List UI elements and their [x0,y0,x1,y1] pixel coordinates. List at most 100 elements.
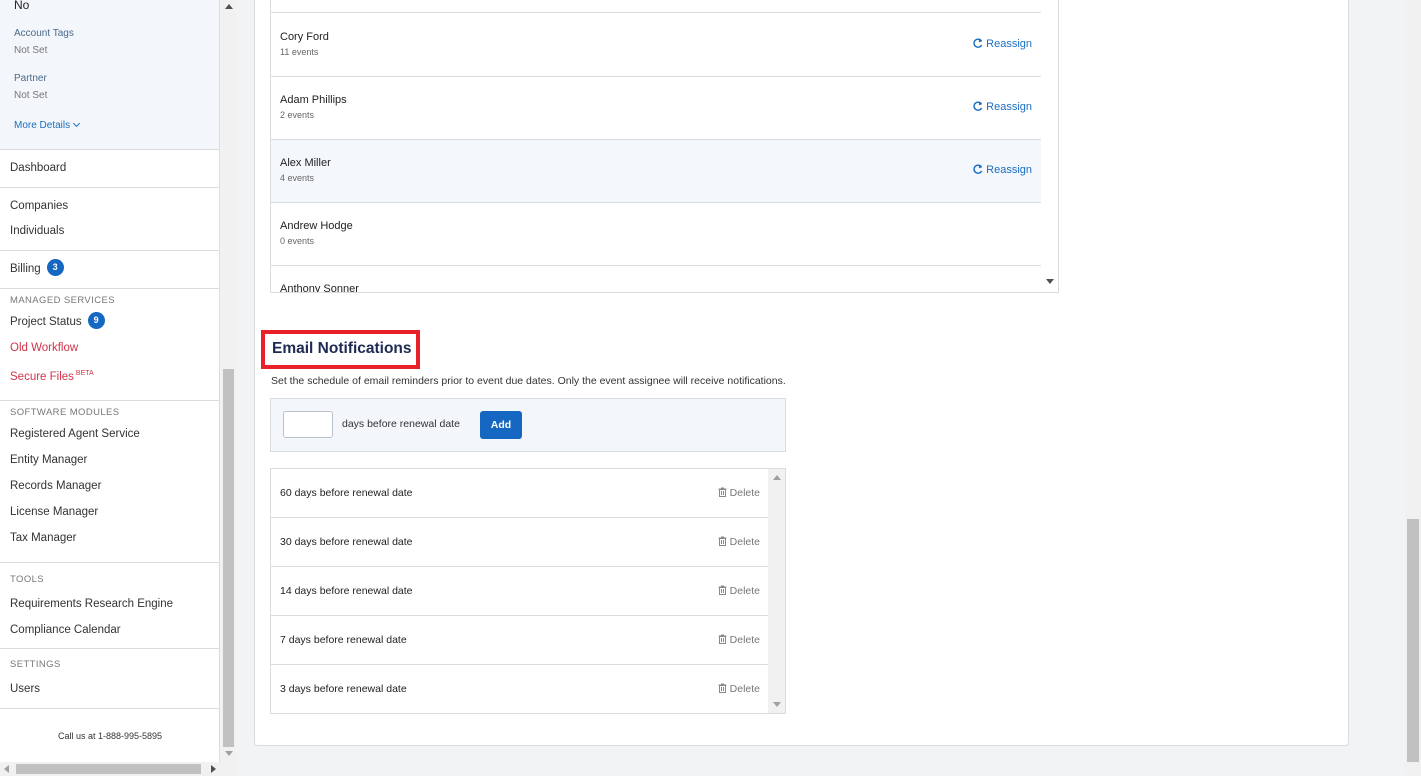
trash-icon [718,487,727,498]
add-button[interactable]: Add [480,411,522,439]
billing-count-badge: 3 [46,259,64,277]
assignee-name: Adam Phillips [280,94,347,106]
sidebar-item-companies[interactable]: Companies [0,194,219,219]
table-row: Alex Miller 4 events Reassign [271,140,1042,203]
sidebar-group-entities: Companies Individuals [0,188,219,251]
sidebar-item-license-manager[interactable]: License Manager [0,499,219,525]
sidebar-item-entity-manager[interactable]: Entity Manager [0,447,219,473]
reminder-list: 60 days before renewal date Delete 30 da… [270,468,786,714]
reminder-text: 30 days before renewal date [280,536,413,548]
sidebar-group-tools: TOOLS Requirements Research Engine Compl… [0,563,219,649]
assignee-events: 4 events [280,173,315,183]
sidebar-item-registered-agent[interactable]: Registered Agent Service [0,421,219,447]
account-tags-label: Account Tags [14,28,74,39]
partner-value: Not Set [14,90,48,101]
reminder-list-scrollbar[interactable] [768,469,785,713]
delete-label: Delete [729,634,760,646]
sidebar-group-managed-services: MANAGED SERVICES Project Status 9 Old Wor… [0,289,219,401]
reminder-text: 3 days before renewal date [280,683,407,695]
scroll-up-arrow-icon[interactable] [225,4,233,9]
sidebar-horizontal-scrollbar[interactable] [0,762,236,776]
sidebar-item-individuals[interactable]: Individuals [0,219,219,244]
page-scrollbar[interactable] [1405,0,1421,776]
days-before-label: days before renewal date [342,418,460,430]
assignee-name: Cory Ford [280,31,329,43]
delete-button[interactable]: Delete [718,536,760,548]
reassign-button[interactable]: Reassign [973,38,1032,50]
list-item: 7 days before renewal date Delete [271,616,768,665]
sidebar-group-software-modules: SOFTWARE MODULES Registered Agent Servic… [0,401,219,563]
reassign-button[interactable]: Reassign [973,164,1032,176]
sidebar-item-users[interactable]: Users [0,675,219,703]
sidebar-item-records-manager[interactable]: Records Manager [0,473,219,499]
more-details-label: More Details [14,120,71,131]
delete-button[interactable]: Delete [718,683,760,695]
account-tags-value: Not Set [14,45,48,56]
sidebar-item-requirements-research-engine[interactable]: Requirements Research Engine [0,591,219,617]
more-details-link[interactable]: More Details [14,119,81,131]
list-item: 60 days before renewal date Delete [271,469,768,518]
sidebar-item-compliance-calendar[interactable]: Compliance Calendar [0,617,219,643]
assignee-events: 0 events [280,236,315,246]
trash-icon [718,536,727,547]
delete-label: Delete [729,585,760,597]
assignee-name: Andrew Hodge [280,220,353,232]
scroll-right-arrow-icon[interactable] [211,765,216,773]
call-us-text: Call us at 1-888-995-5895 [57,731,163,741]
delete-label: Delete [729,683,760,695]
sidebar-item-billing[interactable]: Billing 3 [0,257,219,282]
refresh-icon [973,101,983,111]
scroll-down-arrow-icon[interactable] [225,751,233,756]
reassign-button[interactable]: Reassign [973,101,1032,113]
delete-button[interactable]: Delete [718,634,760,646]
reassign-label: Reassign [986,164,1032,176]
assignee-name: Alex Miller [280,157,331,169]
table-row: Adam Phillips 2 events Reassign [271,77,1042,140]
reminder-text: 7 days before renewal date [280,634,407,646]
table-row: Anthony Sonner [271,266,1042,293]
assignee-events: 2 events [280,110,315,120]
list-item: 3 days before renewal date Delete [271,665,768,713]
sidebar-group-settings: SETTINGS Users [0,649,219,709]
email-notifications-description: Set the schedule of email reminders prio… [271,375,786,387]
sidebar-item-secure-files[interactable]: Secure Files BETA [0,361,219,386]
delete-button[interactable]: Delete [718,487,760,499]
table-row: Andrew Hodge 0 events [271,203,1042,266]
sidebar-group-dashboard: Dashboard [0,150,219,188]
add-reminder-panel: days before renewal date Add [270,398,786,452]
trash-icon [718,634,727,645]
chevron-down-icon [73,119,81,128]
secure-files-label: Secure Files [10,370,74,383]
page-scroll-thumb[interactable] [1407,519,1419,762]
sidebar-scroll-thumb[interactable] [223,369,234,747]
horizontal-scroll-thumb[interactable] [16,764,201,774]
list-item: 30 days before renewal date Delete [271,518,768,567]
scroll-left-arrow-icon[interactable] [4,765,9,773]
scroll-down-arrow-icon[interactable] [773,702,781,707]
table-row [271,0,1042,13]
days-input[interactable] [283,411,333,438]
account-info-panel: No Account Tags Not Set Partner Not Set … [0,0,219,150]
assignee-list: Cory Ford 11 events Reassign Adam Philli… [270,0,1059,293]
scroll-up-arrow-icon[interactable] [773,475,781,480]
trash-icon [718,585,727,596]
beta-tag: BETA [75,370,94,377]
sidebar-item-project-status[interactable]: Project Status 9 [0,309,219,336]
sidebar-item-tax-manager[interactable]: Tax Manager [0,525,219,551]
table-row: Cory Ford 11 events Reassign [271,14,1042,77]
sidebar-item-old-workflow[interactable]: Old Workflow [0,336,219,361]
assignee-list-scrollbar[interactable] [1041,0,1058,292]
project-status-label: Project Status [10,316,82,328]
scroll-down-arrow-icon[interactable] [1046,279,1054,284]
sidebar-item-dashboard[interactable]: Dashboard [0,156,219,181]
sidebar: No Account Tags Not Set Partner Not Set … [0,0,220,762]
delete-label: Delete [729,487,760,499]
tools-heading: TOOLS [10,574,45,585]
delete-label: Delete [729,536,760,548]
info-top-value: No [14,0,30,12]
delete-button[interactable]: Delete [718,585,760,597]
sidebar-scrollbar[interactable] [221,0,236,762]
reassign-label: Reassign [986,38,1032,50]
assignee-name: Anthony Sonner [280,283,359,293]
software-modules-heading: SOFTWARE MODULES [10,407,120,418]
